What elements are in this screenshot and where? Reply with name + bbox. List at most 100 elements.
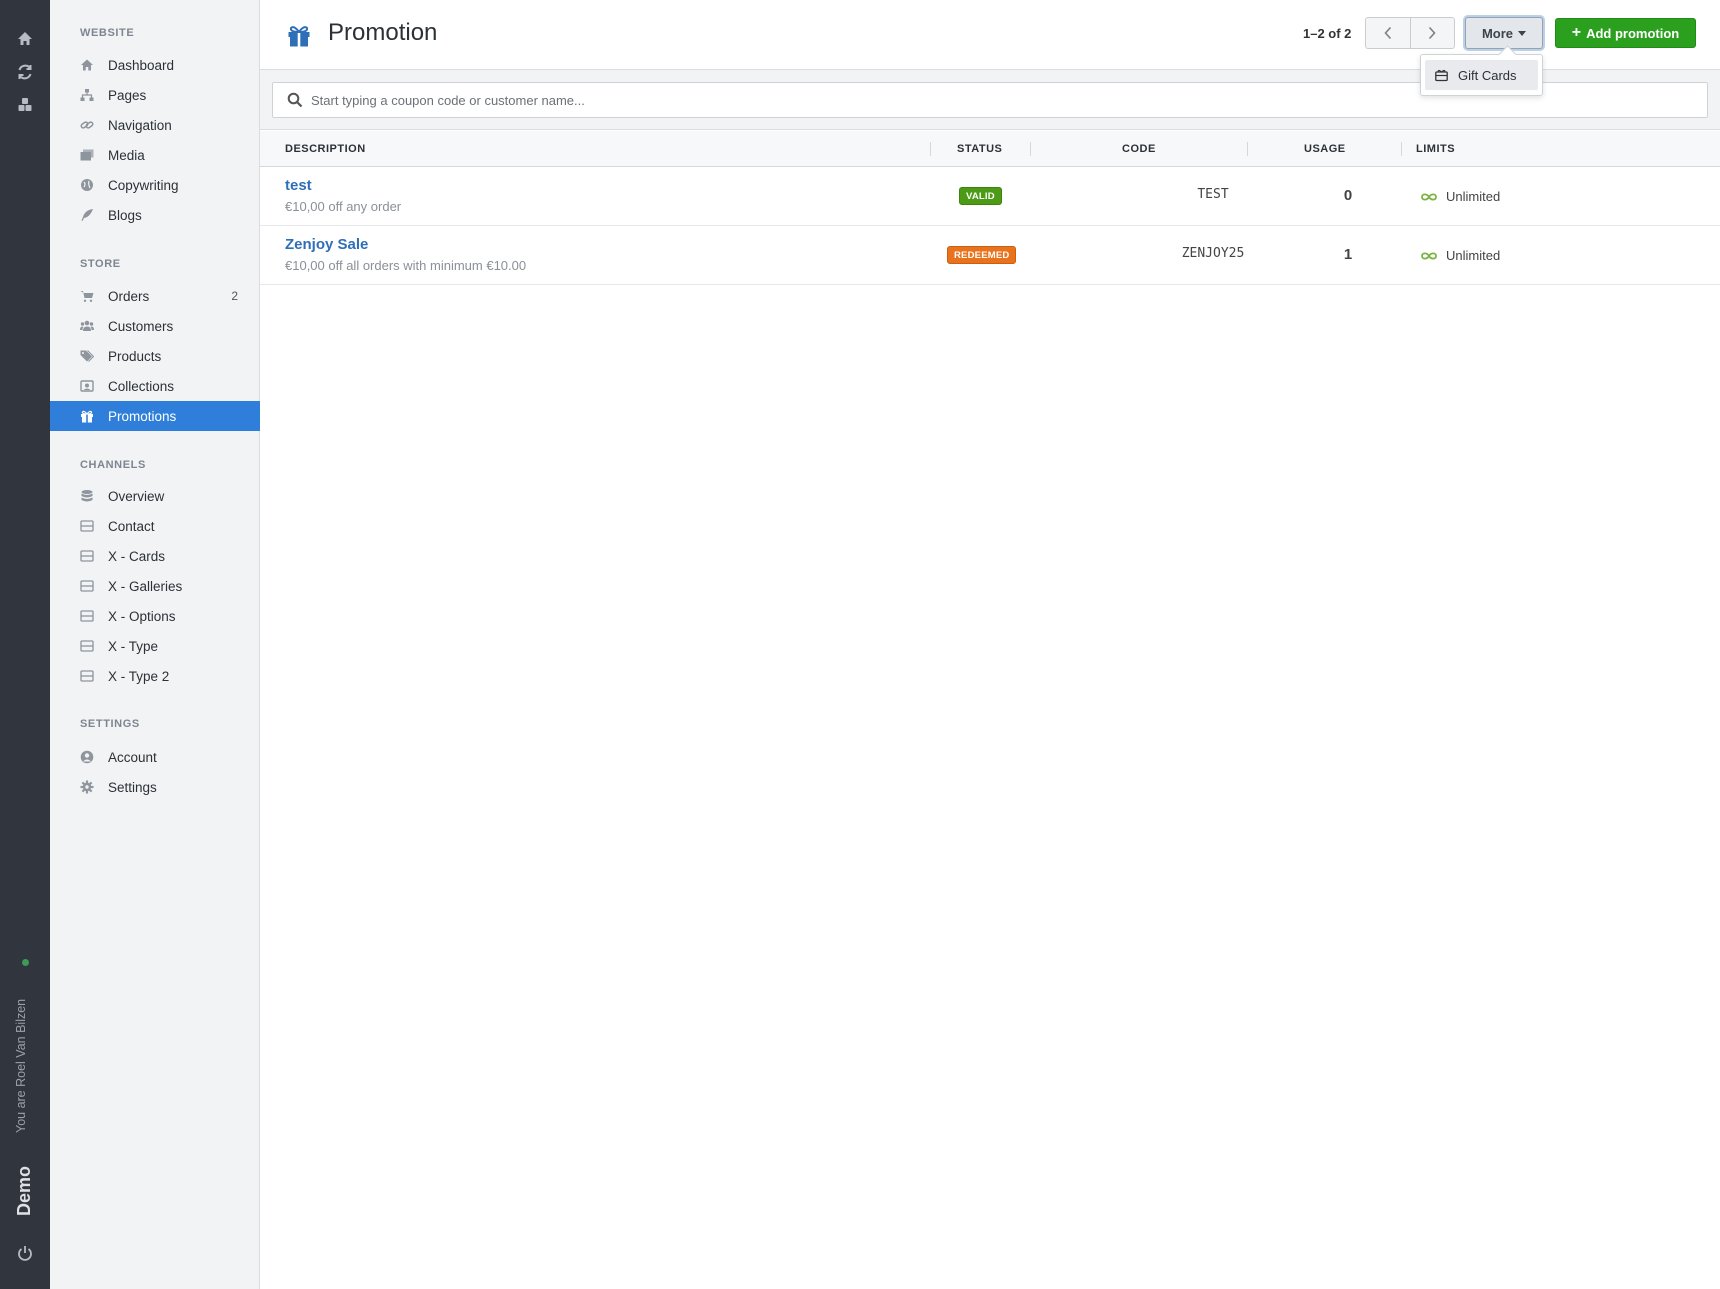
sidebar-item-label: Orders (108, 288, 150, 304)
gift-card-icon (1435, 69, 1448, 81)
sidebar-item-contact[interactable]: Contact (50, 511, 260, 541)
column-divider (930, 142, 931, 156)
sidebar-item-label: Collections (108, 378, 175, 394)
coupon-code: TEST (1197, 187, 1229, 202)
sidebar-item-label: Promotions (108, 408, 177, 424)
app-rail: You are Roel Van Bilzen Demo (0, 0, 50, 1289)
users-icon (80, 319, 94, 333)
sidebar-item-settings[interactable]: Settings (50, 772, 260, 802)
menu-item-label: Gift Cards (1458, 67, 1517, 83)
sidebar-item-blogs[interactable]: Blogs (50, 200, 260, 230)
promotion-name-link[interactable]: test (285, 177, 312, 194)
user-circle-icon (80, 750, 94, 764)
promotion-name-link[interactable]: Zenjoy Sale (285, 236, 368, 253)
cubes-icon[interactable] (15, 95, 35, 115)
sidebar-item-label: X - Type (108, 638, 159, 654)
sidebar-item-label: Account (108, 749, 157, 765)
sidebar-item-label: Pages (108, 87, 147, 103)
home-icon (80, 58, 94, 72)
column-header-description[interactable]: DESCRIPTION (285, 143, 366, 155)
usage-count: 0 (1343, 187, 1353, 204)
limit-value: Unlimited (1420, 248, 1500, 263)
home-icon[interactable] (15, 29, 35, 49)
gift-icon (287, 24, 311, 48)
sidebar-item-label: Customers (108, 318, 174, 334)
sidebar-item-label: Blogs (108, 207, 142, 223)
limit-label: Unlimited (1446, 248, 1501, 263)
sidebar-item-label: Copywriting (108, 177, 179, 193)
column-header-limits[interactable]: LIMITS (1416, 143, 1455, 155)
table-header: DESCRIPTION STATUS CODE USAGE LIMITS (260, 131, 1720, 167)
infinity-icon (1421, 251, 1437, 260)
sidebar-item-media[interactable]: Media (50, 140, 260, 170)
column-divider (1030, 142, 1031, 156)
limit-value: Unlimited (1420, 189, 1500, 204)
column-divider (1401, 142, 1402, 156)
channel-icon (80, 669, 94, 683)
chevron-left-icon (1384, 26, 1391, 40)
sidebar-item-products[interactable]: Products (50, 341, 260, 371)
infinity-icon (1421, 192, 1437, 201)
column-header-usage[interactable]: USAGE (1304, 143, 1346, 155)
channel-icon (80, 549, 94, 563)
sidebar-item-promotions[interactable]: Promotions (50, 401, 260, 431)
add-promotion-button[interactable]: + Add promotion (1555, 18, 1696, 48)
images-icon (80, 148, 94, 162)
sidebar-item-label: X - Cards (108, 548, 166, 564)
more-button-label: More (1481, 25, 1514, 41)
sidebar-item-x-cards[interactable]: X - Cards (50, 541, 260, 571)
sidebar: WEBSITE Dashboard Pages Navigation Media… (50, 0, 260, 1289)
power-icon[interactable] (15, 1243, 35, 1263)
sidebar-item-collections[interactable]: Collections (50, 371, 260, 401)
sidebar-item-label: Contact (108, 518, 155, 534)
column-header-status[interactable]: STATUS (957, 143, 1002, 155)
sidebar-item-navigation[interactable]: Navigation (50, 110, 260, 140)
tags-icon (80, 349, 94, 363)
next-page-button[interactable] (1409, 18, 1455, 48)
sidebar-item-label: Dashboard (108, 57, 175, 73)
page-title: Promotion (328, 19, 438, 46)
sidebar-item-x-type-2[interactable]: X - Type 2 (50, 661, 260, 691)
status-badge: REDEEMED (947, 246, 1017, 264)
section-heading-channels: CHANNELS (80, 459, 146, 471)
sidebar-item-account[interactable]: Account (50, 742, 260, 772)
orders-count-badge: 2 (231, 289, 238, 303)
sidebar-item-x-options[interactable]: X - Options (50, 601, 260, 631)
sidebar-item-label: Products (108, 348, 162, 364)
coupon-code: ZENJOY25 (1181, 246, 1245, 261)
sitemap-icon (80, 88, 94, 102)
gift-icon (80, 409, 94, 423)
database-icon (80, 489, 94, 503)
sidebar-item-x-type[interactable]: X - Type (50, 631, 260, 661)
section-heading-settings: SETTINGS (80, 718, 140, 730)
table-row[interactable]: Zenjoy Sale €10,00 off all orders with m… (260, 226, 1720, 285)
menu-item-gift-cards[interactable]: Gift Cards (1425, 60, 1538, 90)
sidebar-item-pages[interactable]: Pages (50, 80, 260, 110)
collection-icon (80, 379, 94, 393)
globe-icon (80, 178, 94, 192)
sidebar-item-label: Settings (108, 779, 157, 795)
workspace-name[interactable]: Demo (14, 1166, 35, 1216)
feather-icon (80, 208, 94, 222)
previous-page-button[interactable] (1366, 18, 1410, 48)
column-header-code[interactable]: CODE (1122, 143, 1156, 155)
main-content: Promotion 1–2 of 2 More + Add promotion (260, 0, 1720, 1289)
sidebar-item-dashboard[interactable]: Dashboard (50, 50, 260, 80)
section-heading-store: STORE (80, 258, 121, 270)
more-button[interactable]: More (1465, 17, 1543, 49)
caret-down-icon (1518, 30, 1527, 36)
table-row[interactable]: test €10,00 off any order VALID TEST 0 U… (260, 167, 1720, 226)
section-heading-website: WEBSITE (80, 27, 135, 39)
channel-icon (80, 609, 94, 623)
pagination-controls (1365, 17, 1455, 49)
refresh-icon[interactable] (15, 62, 35, 82)
sidebar-item-overview[interactable]: Overview (50, 481, 260, 511)
link-icon (80, 118, 94, 132)
sidebar-item-x-galleries[interactable]: X - Galleries (50, 571, 260, 601)
sidebar-item-orders[interactable]: Orders 2 (50, 281, 260, 311)
promotion-description: €10,00 off any order (285, 199, 402, 214)
chevron-right-icon (1429, 26, 1436, 40)
sidebar-item-copywriting[interactable]: Copywriting (50, 170, 260, 200)
sidebar-item-customers[interactable]: Customers (50, 311, 260, 341)
sidebar-item-label: X - Type 2 (108, 668, 170, 684)
